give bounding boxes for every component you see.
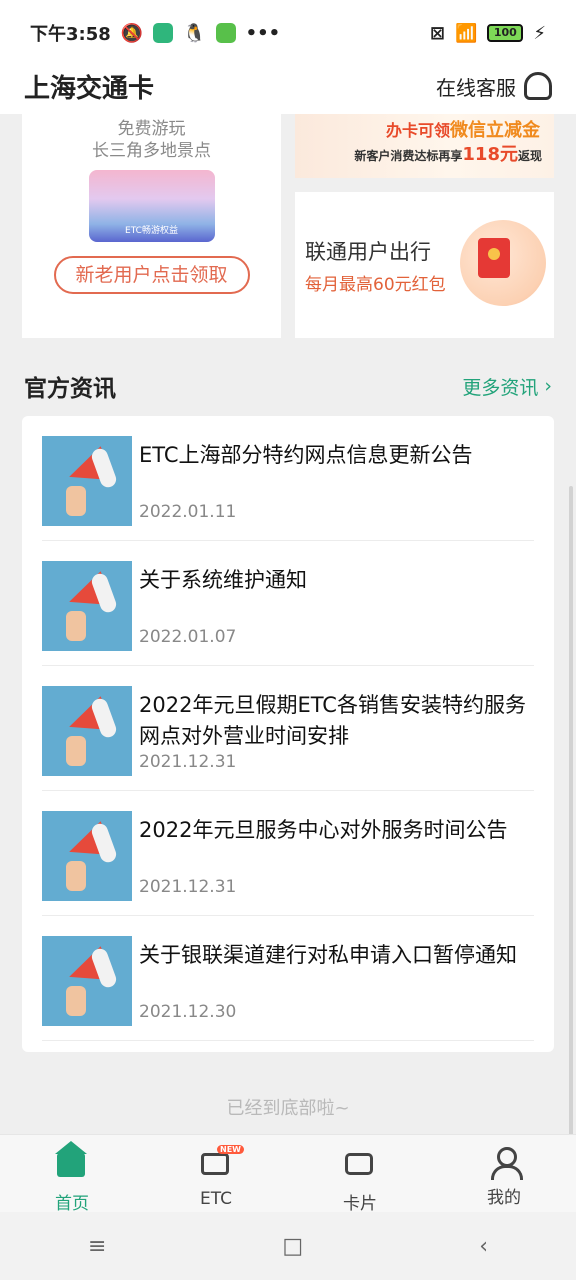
megaphone-thumbnail [42, 811, 132, 901]
megaphone-icon [58, 696, 119, 766]
headset-icon [524, 72, 552, 100]
promo-line-2: 长三角多地景点 [92, 141, 211, 161]
more-news-label: 更多资讯 [462, 376, 539, 399]
promo-unicom-subtitle: 每月最高60元红包 [305, 275, 446, 295]
coin-icon [488, 248, 500, 260]
tab-label: ETC [200, 1189, 232, 1209]
news-title: 关于系统维护通知 [139, 568, 307, 592]
tab-mine[interactable]: 我的 [432, 1135, 576, 1212]
news-header: 官方资讯 更多资讯 › [24, 366, 552, 406]
mute-icon: 🔕 [120, 22, 144, 44]
news-date: 2021.12.30 [139, 1002, 237, 1022]
etc-icon: NEW [201, 1145, 244, 1183]
charging-icon: ⚡ [533, 22, 546, 44]
shield-app-icon [153, 23, 174, 43]
list-item[interactable]: 关于银联渠道建行对私申请入口暂停通知 2021.12.30 [42, 916, 534, 1041]
megaphone-icon [58, 571, 119, 641]
news-title: 关于银联渠道建行对私申请入口暂停通知 [139, 943, 517, 967]
promo-card-free-travel[interactable]: 免费游玩 长三角多地景点 ETC畅游权益 新老用户点击领取 [22, 114, 281, 338]
android-app-icon [215, 23, 236, 43]
online-service-button[interactable]: 在线客服 [436, 72, 552, 101]
tab-label: 卡片 [343, 1194, 377, 1214]
news-title: ETC上海部分特约网点信息更新公告 [139, 443, 473, 467]
megaphone-thumbnail [42, 936, 132, 1026]
banner-line-1: 办卡可领微信立减金 [385, 120, 540, 141]
image-caption: ETC畅游权益 [125, 226, 178, 236]
app-header: 上海交通卡 在线客服 [0, 58, 576, 114]
city-skyline-image: ETC畅游权益 [88, 170, 215, 242]
news-heading: 官方资讯 [24, 376, 116, 402]
news-date: 2022.01.07 [139, 627, 237, 647]
news-title: 2022年元旦假期ETC各销售安装特约服务网点对外营业时间安排 [139, 693, 526, 748]
news-list: ETC上海部分特约网点信息更新公告 2022.01.11 关于系统维护通知 20… [22, 416, 554, 1052]
user-icon [489, 1147, 523, 1180]
scrollbar[interactable] [569, 486, 573, 1136]
wallet-icon [345, 1153, 375, 1183]
news-title: 2022年元旦服务中心对外服务时间公告 [139, 818, 508, 842]
qq-icon: 🐧 [183, 22, 206, 44]
back-icon[interactable]: ‹ [479, 1234, 488, 1259]
news-date: 2022.01.11 [139, 502, 237, 522]
list-item[interactable]: 关于系统维护通知 2022.01.07 [42, 541, 534, 666]
promo-section: 免费游玩 长三角多地景点 ETC畅游权益 新老用户点击领取 办卡可领微信立减金 … [22, 114, 554, 338]
promo-card-unicom[interactable]: 联通用户出行 每月最高60元红包 [295, 192, 554, 338]
battery-icon: 100 [487, 24, 524, 42]
megaphone-thumbnail [42, 436, 132, 526]
tab-label: 我的 [487, 1188, 521, 1208]
claim-button[interactable]: 新老用户点击领取 [53, 256, 250, 294]
sim-off-icon: ⊠ [429, 22, 445, 44]
promo-line-1: 免费游玩 [117, 119, 186, 139]
page-title: 上海交通卡 [24, 73, 155, 104]
megaphone-icon [58, 946, 119, 1016]
banner-line-2: 新客户消费达标再享118元返现 [354, 144, 542, 165]
home-nav-icon[interactable]: □ [282, 1234, 303, 1259]
tab-home[interactable]: 首页 [0, 1135, 144, 1214]
online-service-label: 在线客服 [436, 75, 516, 100]
list-item[interactable]: 2022年元旦服务中心对外服务时间公告 2021.12.31 [42, 791, 534, 916]
megaphone-thumbnail [42, 561, 132, 651]
end-of-list-tip: 已经到底部啦~ [226, 1098, 350, 1119]
news-date: 2021.12.31 [139, 877, 237, 897]
promo-unicom-title: 联通用户出行 [305, 240, 431, 264]
tab-etc[interactable]: NEW ETC [144, 1135, 288, 1212]
promo-banner-wechat-coupon[interactable]: 办卡可领微信立减金 新客户消费达标再享118元返现 [295, 114, 554, 178]
status-time: 下午3:58 [30, 24, 111, 45]
home-icon [55, 1141, 87, 1183]
tab-cards[interactable]: 卡片 [288, 1135, 432, 1214]
news-date: 2021.12.31 [139, 752, 237, 772]
new-badge: NEW [217, 1145, 244, 1154]
wifi-icon: 📶 [454, 22, 478, 44]
more-news-link[interactable]: 更多资讯 › [462, 373, 552, 400]
tab-label: 首页 [55, 1194, 89, 1214]
chevron-right-icon: › [544, 375, 552, 397]
menu-icon[interactable]: ≡ [88, 1234, 106, 1259]
status-bar: 下午3:58 🔕 🐧 ••• ⊠ 📶 100 ⚡ [0, 0, 576, 66]
megaphone-thumbnail [42, 686, 132, 776]
megaphone-icon [58, 821, 119, 891]
system-nav-bar: ≡ □ ‹ [0, 1212, 576, 1280]
list-item[interactable]: 2022年元旦假期ETC各销售安装特约服务网点对外营业时间安排 2021.12.… [42, 666, 534, 791]
more-notifications-icon: ••• [245, 22, 281, 44]
red-packet-illustration [460, 220, 546, 306]
megaphone-icon [58, 446, 119, 516]
bottom-tab-bar: 首页 NEW ETC 卡片 我的 [0, 1134, 576, 1214]
list-item[interactable]: ETC上海部分特约网点信息更新公告 2022.01.11 [42, 416, 534, 541]
